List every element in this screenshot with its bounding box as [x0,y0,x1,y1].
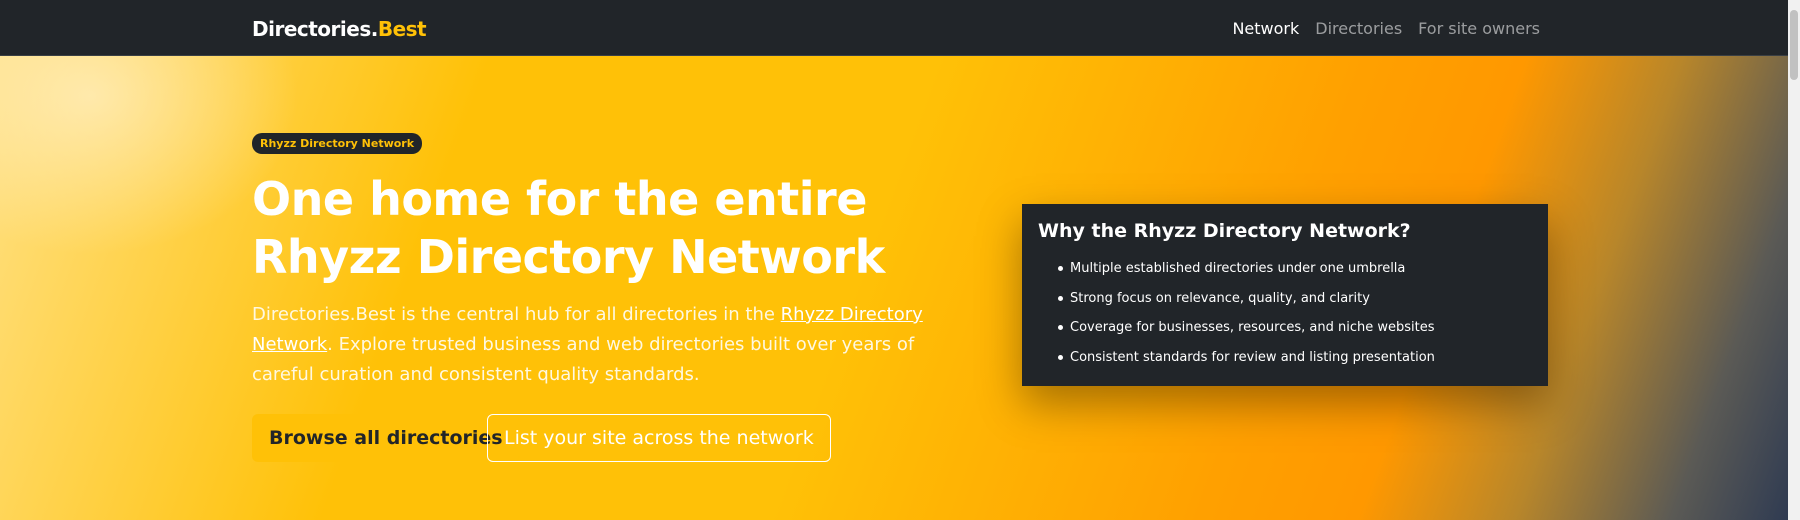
hero-section: Rhyzz Directory Network One home for the… [0,56,1788,520]
top-navbar: Directories.Best Network Directories For… [0,0,1800,56]
brand-accent-text: Best [377,17,427,41]
why-network-card: Why the Rhyzz Directory Network? Multipl… [1022,204,1548,386]
scrollbar-thumb[interactable] [1790,10,1798,80]
nav-link-network[interactable]: Network [1232,19,1299,38]
hero-title: One home for the entire Rhyzz Directory … [252,172,885,284]
list-item: Multiple established directories under o… [1058,254,1532,284]
page-scrollbar[interactable] [1788,0,1800,520]
browse-all-directories-button[interactable]: Browse all directories [252,414,520,462]
list-item: Coverage for businesses, resources, and … [1058,313,1532,343]
network-badge: Rhyzz Directory Network [252,133,423,154]
hero-lead-text-after: . Explore trusted business and web direc… [252,334,915,385]
list-your-site-button[interactable]: List your site across the network [487,414,831,462]
nav-links: Network Directories For site owners [1232,19,1540,38]
card-title: Why the Rhyzz Directory Network? [1038,220,1411,242]
brand-text: Directories. [252,17,378,41]
hero-lead: Directories.Best is the central hub for … [252,300,972,390]
hero-lead-text-before: Directories.Best is the central hub for … [252,304,781,325]
list-item: Strong focus on relevance, quality, and … [1058,284,1532,314]
list-item: Consistent standards for review and list… [1058,343,1532,373]
brand-logo[interactable]: Directories.Best [252,17,427,41]
nav-link-for-site-owners[interactable]: For site owners [1418,19,1540,38]
nav-link-directories[interactable]: Directories [1315,19,1402,38]
benefits-list: Multiple established directories under o… [1038,254,1532,372]
